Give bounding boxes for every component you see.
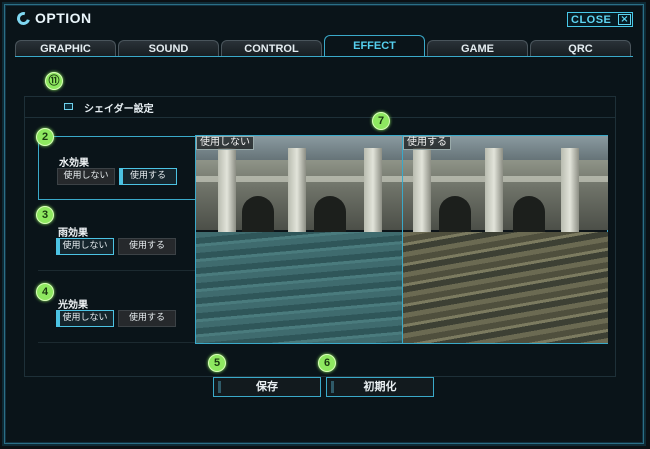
preview-off-label: 使用しない [196, 136, 254, 150]
tab-sound[interactable]: SOUND [118, 40, 219, 57]
tab-qrc[interactable]: QRC [530, 40, 631, 57]
save-button[interactable]: 保存 [213, 377, 321, 397]
tab-divider [15, 56, 633, 57]
rain-effect-on-button[interactable]: 使用する [118, 238, 176, 255]
tab-bar: GRAPHIC SOUND CONTROL EFFECT GAME QRC [15, 35, 633, 57]
rain-effect-off-button[interactable]: 使用しない [56, 238, 114, 255]
marker-3: 3 [36, 206, 54, 224]
light-effect-group: 光効果 使用しない 使用する [38, 279, 195, 343]
marker-2: 2 [36, 128, 54, 146]
water-effect-on-button[interactable]: 使用する [119, 168, 177, 185]
close-button[interactable]: CLOSE × [567, 12, 633, 27]
light-effect-off-button[interactable]: 使用しない [56, 310, 114, 327]
light-effect-on-button[interactable]: 使用する [118, 310, 176, 327]
light-effect-label: 光効果 [58, 300, 88, 311]
tab-control[interactable]: CONTROL [221, 40, 322, 57]
section-icon [64, 103, 73, 110]
tab-effect[interactable]: EFFECT [324, 35, 425, 57]
marker-7: 7 [372, 112, 390, 130]
rain-effect-label: 雨効果 [58, 228, 88, 239]
logo-icon [14, 9, 33, 28]
effect-preview: 使用しない 使用する [195, 135, 608, 344]
marker-1: ⑪ [45, 72, 63, 90]
tab-graphic[interactable]: GRAPHIC [15, 40, 116, 57]
rain-effect-group: 雨効果 使用しない 使用する [38, 207, 195, 271]
water-effect-group: 水効果 使用しない 使用する [38, 136, 195, 200]
close-icon[interactable]: × [618, 14, 631, 25]
marker-4: 4 [36, 283, 54, 301]
tab-game[interactable]: GAME [427, 40, 528, 57]
marker-6: 6 [318, 354, 336, 372]
preview-on-pane: 使用する [402, 136, 608, 343]
shader-section-header: シェイダー設定 [24, 96, 616, 118]
title-bar: OPTION CLOSE × [5, 5, 643, 31]
preview-off-pane: 使用しない [196, 136, 402, 343]
preview-on-label: 使用する [403, 136, 451, 150]
close-label: CLOSE [571, 13, 612, 26]
water-effect-label: 水効果 [59, 158, 89, 169]
marker-5: 5 [208, 354, 226, 372]
section-title: シェイダー設定 [84, 104, 154, 115]
reset-button[interactable]: 初期化 [326, 377, 434, 397]
window-title: OPTION [35, 10, 92, 26]
water-effect-off-button[interactable]: 使用しない [57, 168, 115, 185]
